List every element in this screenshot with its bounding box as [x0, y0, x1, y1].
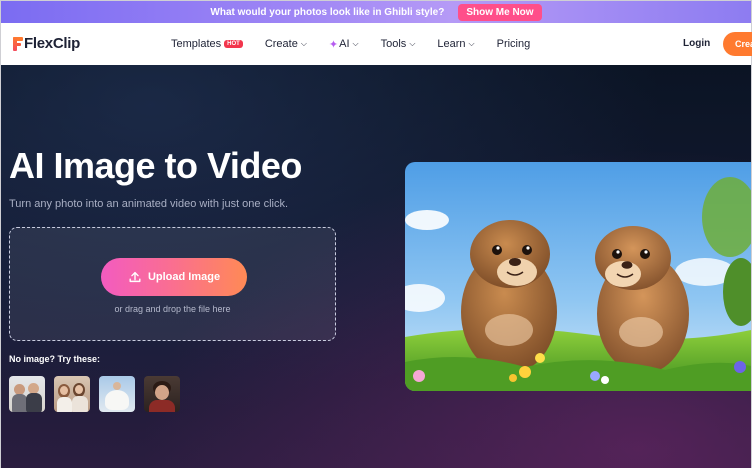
try-samples-label: No image? Try these:: [9, 354, 101, 364]
top-nav: FlexClip Templates HOT Create ⌵ ✦ AI ⌵ T…: [1, 23, 752, 65]
drop-hint: or drag and drop the file here: [114, 304, 231, 314]
nav-item-tools[interactable]: Tools ⌵: [381, 38, 416, 50]
upload-dropzone[interactable]: Upload Image or drag and drop the file h…: [9, 227, 336, 341]
sample-images: [9, 376, 180, 412]
nav-item-label: Templates: [171, 38, 222, 50]
login-link[interactable]: Login: [683, 38, 710, 49]
sample-thumbnail-dancer[interactable]: [99, 376, 135, 412]
create-button[interactable]: Create: [723, 32, 752, 56]
nav-item-label: Tools: [380, 38, 407, 50]
chevron-down-icon: ⌵: [409, 39, 416, 48]
sample-thumbnail-friends[interactable]: [54, 376, 90, 412]
main-menu: Templates HOT Create ⌵ ✦ AI ⌵ Tools ⌵ Le…: [171, 23, 552, 65]
flexclip-logo[interactable]: FlexClip: [13, 35, 80, 52]
nav-item-label: Pricing: [496, 38, 531, 50]
upload-image-button[interactable]: Upload Image: [101, 258, 247, 296]
nav-item-learn[interactable]: Learn ⌵: [437, 38, 474, 50]
preview-image: [405, 162, 751, 391]
sample-thumbnail-portrait[interactable]: [144, 376, 180, 412]
marmots-illustration: [405, 162, 751, 391]
hero-section: AI Image to Video Turn any photo into an…: [1, 65, 751, 468]
chevron-down-icon: ⌵: [352, 39, 359, 48]
sample-thumbnail-couple[interactable]: [9, 376, 45, 412]
show-me-now-button[interactable]: Show Me Now: [458, 3, 542, 21]
promo-text: What would your photos look like in Ghib…: [210, 6, 445, 18]
chevron-down-icon: ⌵: [468, 39, 475, 48]
nav-item-label: Learn: [437, 38, 466, 50]
nav-item-create[interactable]: Create ⌵: [265, 38, 307, 50]
hot-badge: HOT: [224, 40, 243, 48]
logo-icon: [13, 36, 23, 51]
chevron-down-icon: ⌵: [300, 39, 307, 48]
promo-banner: What would your photos look like in Ghib…: [1, 1, 751, 23]
nav-item-templates[interactable]: Templates HOT: [171, 38, 243, 50]
page-title: AI Image to Video: [9, 145, 302, 186]
nav-item-label: Create: [264, 38, 298, 50]
sparkle-icon: ✦: [328, 38, 339, 51]
nav-item-ai[interactable]: ✦ AI ⌵: [329, 38, 359, 51]
upload-button-label: Upload Image: [147, 271, 221, 283]
hero-subtitle: Turn any photo into an animated video wi…: [9, 198, 289, 210]
nav-item-label: AI: [339, 38, 350, 50]
logo-text: FlexClip: [24, 35, 80, 52]
upload-icon: [129, 271, 141, 283]
nav-item-pricing[interactable]: Pricing: [497, 38, 531, 50]
